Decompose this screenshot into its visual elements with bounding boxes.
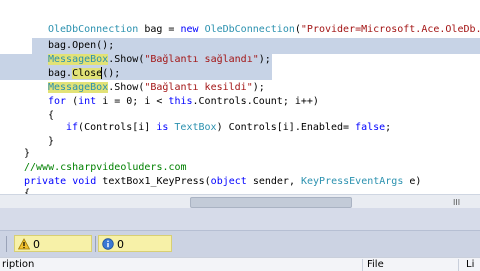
code-line-9: } (48, 136, 55, 147)
error-list-header: ription File Li (0, 257, 480, 271)
column-divider[interactable] (458, 259, 459, 271)
code-line-1: OleDbConnection bag = new OleDbConnectio… (48, 24, 480, 35)
warning-icon (17, 238, 31, 250)
scrollbar-grip: III (453, 198, 461, 207)
info-icon (102, 238, 114, 250)
warnings-filter-button[interactable]: 0 Warnings (14, 235, 92, 268)
code-line-12: private void textBox1_KeyPress(object se… (24, 176, 422, 187)
code-line-7: { (48, 110, 55, 121)
toolbar-separator (6, 236, 7, 252)
messages-filter-button[interactable]: 0 Messages (98, 235, 172, 268)
column-header-file[interactable]: File (367, 258, 384, 271)
code-editor[interactable]: OleDbConnection bag = new OleDbConnectio… (0, 0, 480, 195)
toolbar-separator (95, 236, 96, 252)
column-divider[interactable] (362, 259, 363, 271)
horizontal-scrollbar[interactable]: III (0, 194, 480, 208)
editor-margin (0, 0, 20, 195)
code-line-8: if(Controls[i] is TextBox) Controls[i].E… (66, 122, 392, 133)
scrollbar-thumb[interactable]: III (190, 197, 460, 208)
column-header-line[interactable]: Li (466, 258, 474, 271)
code-line-6: for (int i = 0; i < this.Controls.Count;… (48, 96, 319, 107)
error-list-toolbar: 0 Warnings 0 Messages (0, 230, 480, 268)
panel-divider (0, 208, 480, 230)
column-header-description[interactable]: ription (2, 258, 34, 271)
